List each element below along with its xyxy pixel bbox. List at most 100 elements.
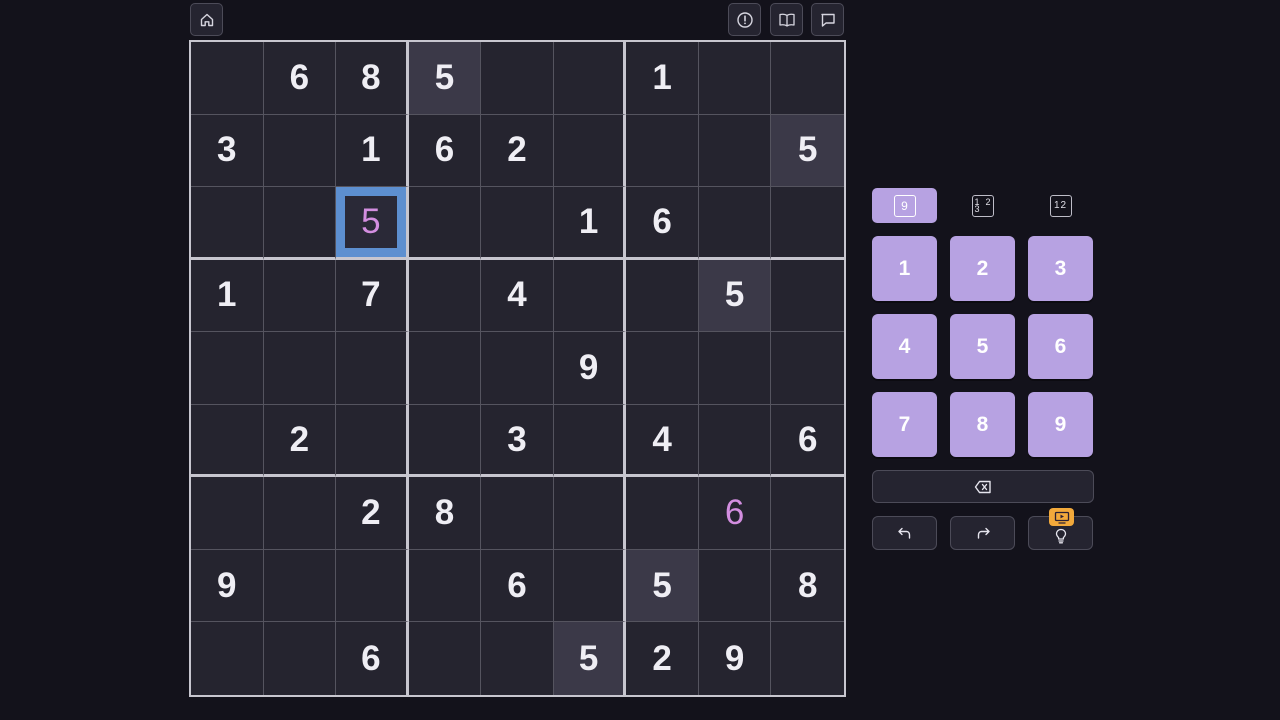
cell-r8c9[interactable]: 8: [771, 550, 844, 623]
cell-r7c5[interactable]: [481, 477, 554, 550]
cell-r6c4[interactable]: [408, 404, 482, 478]
rules-button[interactable]: [770, 3, 803, 36]
cell-r9c1[interactable]: [191, 622, 264, 695]
cell-r8c3[interactable]: [336, 549, 409, 623]
cell-r3c9[interactable]: [771, 187, 844, 260]
cell-r6c9[interactable]: 6: [771, 405, 844, 478]
cell-r8c7[interactable]: 5: [626, 549, 699, 623]
cell-r3c8[interactable]: [698, 187, 772, 260]
numpad-key-6[interactable]: 6: [1028, 314, 1093, 379]
cell-r7c1[interactable]: [191, 477, 264, 550]
cell-r4c1[interactable]: 1: [191, 259, 264, 333]
cell-r4c7[interactable]: [626, 259, 699, 333]
cell-r3c5[interactable]: [481, 187, 554, 260]
cell-r5c3[interactable]: [336, 332, 409, 405]
cell-r7c6[interactable]: [553, 477, 627, 550]
cell-r6c7[interactable]: 4: [626, 404, 699, 478]
cell-r8c4[interactable]: [408, 549, 482, 623]
numpad-key-8[interactable]: 8: [950, 392, 1015, 457]
cell-r5c7[interactable]: [626, 332, 699, 405]
numpad-key-4[interactable]: 4: [872, 314, 937, 379]
cell-r4c8[interactable]: 5: [698, 259, 772, 333]
cell-r3c7[interactable]: 6: [626, 187, 699, 260]
cell-r1c6[interactable]: [553, 42, 627, 115]
cell-r9c3[interactable]: 6: [336, 622, 409, 695]
undo-button[interactable]: [872, 516, 937, 550]
cell-r1c7[interactable]: 1: [626, 42, 699, 115]
cell-r2c3[interactable]: 1: [336, 114, 409, 188]
cell-r4c6[interactable]: [553, 259, 627, 333]
cell-r5c2[interactable]: [263, 332, 337, 405]
numpad-key-3[interactable]: 3: [1028, 236, 1093, 301]
cell-r1c8[interactable]: [698, 42, 772, 115]
cell-r1c3[interactable]: 8: [336, 42, 409, 115]
cell-r9c5[interactable]: [481, 622, 554, 695]
center-mode-button[interactable]: 12: [1028, 188, 1093, 223]
cell-r1c1[interactable]: [191, 42, 264, 115]
home-button[interactable]: [190, 3, 223, 36]
cell-r6c6[interactable]: [553, 404, 627, 478]
cell-r5c9[interactable]: [771, 332, 844, 405]
erase-button[interactable]: [872, 470, 1094, 503]
report-button[interactable]: [728, 3, 761, 36]
cell-r6c1[interactable]: [191, 404, 264, 478]
cell-r5c5[interactable]: [481, 332, 554, 405]
cell-r2c7[interactable]: [626, 114, 699, 188]
cell-r7c2[interactable]: [263, 477, 337, 550]
cell-r4c4[interactable]: [408, 259, 482, 333]
cell-r4c2[interactable]: [263, 259, 337, 333]
cell-r5c8[interactable]: [698, 332, 772, 405]
cell-r8c1[interactable]: 9: [191, 549, 264, 623]
cell-r6c8[interactable]: [698, 404, 772, 478]
numpad-key-7[interactable]: 7: [872, 392, 937, 457]
cell-r9c6[interactable]: 5: [553, 622, 627, 695]
numpad-key-2[interactable]: 2: [950, 236, 1015, 301]
cell-r4c3[interactable]: 7: [336, 259, 409, 333]
cell-r7c3[interactable]: 2: [336, 477, 409, 550]
cell-r1c9[interactable]: [771, 42, 844, 115]
redo-button[interactable]: [950, 516, 1015, 550]
numpad-key-5[interactable]: 5: [950, 314, 1015, 379]
cell-r5c1[interactable]: [191, 332, 264, 405]
cell-r3c2[interactable]: [263, 187, 337, 260]
cell-r2c8[interactable]: [698, 114, 772, 188]
cell-r9c8[interactable]: 9: [699, 622, 772, 695]
cell-r7c4[interactable]: 8: [408, 477, 482, 550]
cell-r1c4[interactable]: 5: [408, 42, 482, 115]
cell-r6c3[interactable]: [336, 404, 409, 478]
cell-r3c1[interactable]: [191, 187, 264, 260]
cell-r4c5[interactable]: 4: [481, 259, 554, 333]
cell-r3c6[interactable]: 1: [553, 187, 627, 260]
cell-r1c5[interactable]: [481, 42, 554, 115]
cell-r2c4[interactable]: 6: [408, 114, 482, 188]
cell-r5c6[interactable]: 9: [553, 332, 627, 405]
cell-r2c9[interactable]: 5: [771, 114, 844, 188]
cell-r8c8[interactable]: [698, 549, 772, 623]
numpad-key-1[interactable]: 1: [872, 236, 937, 301]
cell-r7c9[interactable]: [771, 477, 844, 550]
cell-r9c4[interactable]: [409, 622, 482, 695]
feedback-button[interactable]: [811, 3, 844, 36]
cell-r3c3[interactable]: 5: [336, 187, 409, 260]
cell-r7c7[interactable]: [626, 477, 699, 550]
numpad-key-9[interactable]: 9: [1028, 392, 1093, 457]
cell-r2c2[interactable]: [263, 114, 337, 188]
digit-mode-button[interactable]: 9: [872, 188, 937, 223]
cell-r8c5[interactable]: 6: [481, 549, 554, 623]
hint-button[interactable]: [1028, 508, 1093, 550]
cell-r9c7[interactable]: 2: [626, 622, 699, 695]
cell-r6c5[interactable]: 3: [481, 404, 554, 478]
cell-r2c5[interactable]: 2: [481, 114, 554, 188]
cell-r4c9[interactable]: [771, 260, 844, 333]
cell-r1c2[interactable]: 6: [263, 42, 337, 115]
cell-r2c1[interactable]: 3: [191, 114, 264, 188]
cell-r2c6[interactable]: [553, 114, 627, 188]
cell-r7c8[interactable]: 6: [698, 477, 772, 550]
cell-r9c9[interactable]: [771, 622, 844, 695]
cell-r5c4[interactable]: [408, 332, 482, 405]
cell-r8c2[interactable]: [263, 549, 337, 623]
cell-r8c6[interactable]: [553, 549, 627, 623]
corner-mode-button[interactable]: 1 2 3: [950, 188, 1015, 223]
cell-r6c2[interactable]: 2: [263, 404, 337, 478]
cell-r3c4[interactable]: [408, 187, 482, 260]
